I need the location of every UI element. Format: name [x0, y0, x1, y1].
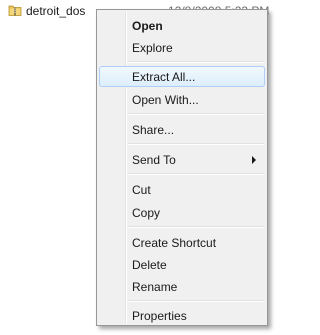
menu-item-explore-label: Explore [132, 41, 173, 55]
menu-item-properties[interactable]: Properties [99, 305, 265, 326]
menu-separator [128, 173, 264, 175]
context-menu: Open Explore Extract All... Open With...… [96, 9, 268, 326]
menu-item-cut[interactable]: Cut [99, 179, 265, 200]
menu-item-create-shortcut-label: Create Shortcut [132, 236, 217, 250]
menu-item-share[interactable]: Share... [99, 119, 265, 140]
menu-item-open[interactable]: Open [99, 15, 265, 36]
menu-item-explore[interactable]: Explore [99, 37, 265, 58]
menu-item-copy[interactable]: Copy [99, 202, 265, 223]
menu-item-rename-label: Rename [132, 280, 178, 294]
menu-item-create-shortcut[interactable]: Create Shortcut [99, 232, 265, 253]
folder-zip-icon [8, 3, 22, 17]
menu-separator [128, 61, 264, 63]
menu-item-rename[interactable]: Rename [99, 276, 265, 297]
menu-item-open-with[interactable]: Open With... [99, 89, 265, 110]
menu-item-send-to-label: Send To [132, 153, 176, 167]
menu-item-copy-label: Copy [132, 206, 161, 220]
menu-separator [128, 226, 264, 228]
menu-item-extract-all-label: Extract All... [132, 70, 196, 84]
menu-item-open-label: Open [132, 19, 163, 33]
menu-item-send-to[interactable]: Send To [99, 149, 265, 170]
menu-item-share-label: Share... [132, 123, 175, 137]
submenu-arrow-icon [252, 156, 256, 164]
menu-item-properties-label: Properties [132, 309, 187, 323]
menu-item-delete[interactable]: Delete [99, 254, 265, 275]
menu-item-cut-label: Cut [132, 183, 151, 197]
menu-item-delete-label: Delete [132, 258, 167, 272]
menu-separator [128, 113, 264, 115]
menu-separator [128, 300, 264, 302]
menu-item-open-with-label: Open With... [132, 93, 199, 107]
menu-separator [128, 143, 264, 145]
menu-item-extract-all[interactable]: Extract All... [99, 66, 265, 87]
file-name[interactable]: detroit_dos [26, 4, 85, 18]
